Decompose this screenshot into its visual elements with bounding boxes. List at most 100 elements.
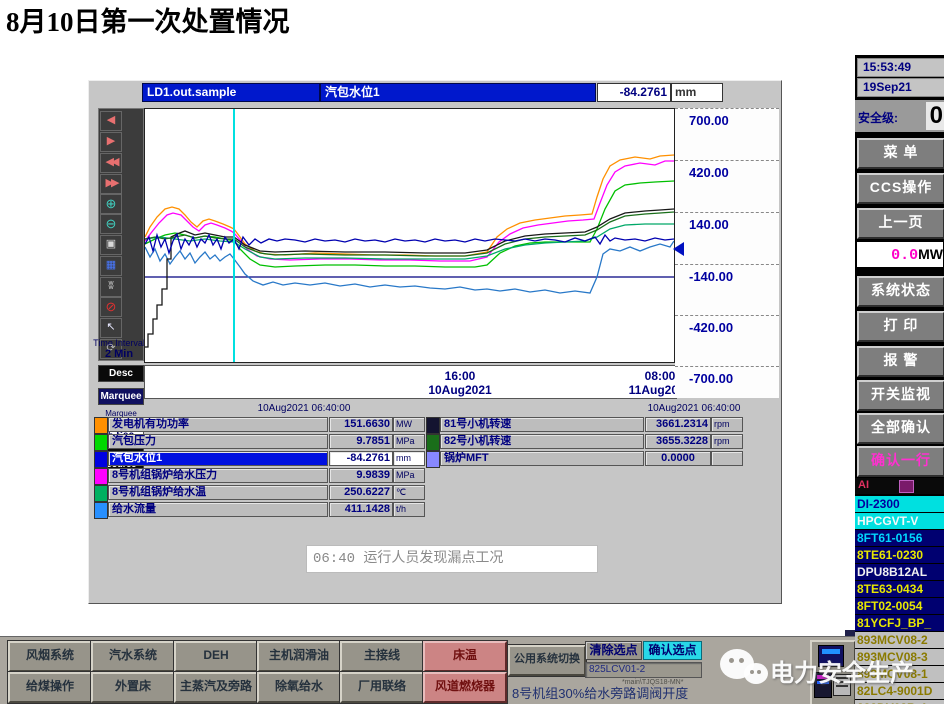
pen-color-swatch [94, 485, 108, 502]
tag-list-item[interactable]: HPCGVT-V [855, 513, 944, 529]
marquee-button[interactable]: Marquee [98, 388, 144, 405]
tag-list-item[interactable]: 893MCV08-3 [855, 649, 944, 665]
trend-unit-box: mm [671, 83, 723, 102]
pen-label: 锅炉MFT [440, 451, 644, 466]
y-tick: -700.00 [689, 371, 734, 386]
step-left-button[interactable]: ◀ [100, 111, 122, 131]
table-row-selected[interactable]: 汽包水位1 -84.2761 mm [94, 451, 425, 468]
tag-list-item[interactable]: 82LC4-9001D [855, 683, 944, 699]
clear-selection-button[interactable]: 清除选点 [585, 641, 642, 660]
table-row[interactable]: 锅炉MFT 0.0000 [426, 451, 743, 468]
ai-icon [899, 480, 914, 493]
trend-param-box[interactable]: 汽包水位1 [320, 83, 596, 102]
prev-page-button[interactable]: 上一页 [857, 208, 944, 239]
cursor-icon[interactable]: ↖ [100, 318, 122, 338]
pen-label: 8号机组锅炉给水温 [108, 485, 328, 500]
pen-unit: ℃ [393, 485, 425, 500]
pen-color-swatch [94, 468, 108, 485]
zoom-out-icon[interactable]: ⊖ [100, 214, 122, 234]
trend-plot[interactable] [144, 108, 675, 363]
display-mode-icon[interactable]: ▣ [100, 235, 122, 255]
tag-list-item[interactable]: 8FT61-0156 [855, 530, 944, 546]
table-row[interactable]: 8号机组锅炉给水压力 9.9839 MPa [94, 468, 425, 485]
pen-unit: MPa [393, 434, 425, 449]
desc-button[interactable]: Desc [98, 365, 144, 382]
pen-color-swatch [94, 417, 108, 434]
pen-value: 9.9839 [329, 468, 393, 483]
monitor-icon[interactable] [818, 645, 844, 667]
tag-description: 8号机组30%给水旁路调阀开度 [512, 686, 689, 701]
security-value: 0 [925, 102, 944, 130]
ack-line-button[interactable]: 确认一行 [857, 446, 944, 477]
table-row[interactable]: 发电机有功功率 151.6630 MW [94, 417, 425, 434]
tag-list-item[interactable]: DPU8B12AL [855, 564, 944, 580]
ccs-button[interactable]: CCS操作 [857, 173, 944, 204]
pen-color-swatch [94, 451, 108, 468]
pen-label: 81号小机转速 [440, 417, 644, 432]
nav-button[interactable]: DEH [174, 641, 258, 672]
time-interval-value[interactable]: 2 Min [91, 349, 147, 360]
table-row[interactable]: 8号机组锅炉给水温 250.6227 ℃ [94, 485, 425, 502]
nav-button[interactable]: 主机润滑油 [257, 641, 341, 672]
header-spacer [91, 83, 141, 100]
trend-window: LD1.out.sample 汽包水位1 -84.2761 mm ◀▶ ◀◀▶▶… [88, 80, 782, 604]
tag-list-item[interactable]: 8TE63-0434 [855, 581, 944, 597]
pen-label: 给水流量 [108, 502, 328, 517]
nav-button[interactable]: 汽水系统 [91, 641, 175, 672]
pen-unit: MPa [393, 468, 425, 483]
disable-icon[interactable]: ⊘ [100, 297, 122, 317]
tag-list-item[interactable]: 893MCV08-2 [855, 632, 944, 648]
common-system-switch-button[interactable]: 公用系统切换 [508, 645, 586, 676]
mw-unit: MW [918, 246, 943, 262]
pen-unit: mm [393, 451, 425, 466]
nav-button[interactable]: 厂用联络 [340, 672, 424, 703]
selected-tag-field[interactable]: 825LCV01-2 [585, 662, 702, 678]
waveform-icon[interactable]: ʬ [100, 277, 122, 297]
nav-button[interactable]: 除氧给水 [257, 672, 341, 703]
switch-monitor-button[interactable]: 开关监视 [857, 380, 944, 411]
table-row[interactable]: 汽包压力 9.7851 MPa [94, 434, 425, 451]
system-status-button[interactable]: 系统状态 [857, 276, 944, 307]
nav-button[interactable]: 风道燃烧器 [423, 672, 507, 703]
menu-button[interactable]: 菜 单 [857, 138, 944, 169]
step-right-button[interactable]: ▶ [100, 132, 122, 152]
ai-bar: AI [855, 478, 944, 494]
tag-list-item[interactable]: 823DV08B-4 [855, 700, 944, 704]
print-button[interactable]: 打 印 [857, 311, 944, 342]
list-icon[interactable] [833, 674, 851, 696]
pen-color-swatch [94, 434, 108, 451]
table-row[interactable]: 81号小机转速 3661.2314 rpm [426, 417, 743, 434]
nav-button[interactable]: 主接线 [340, 641, 424, 672]
confirm-selection-button[interactable]: 确认选点 [643, 641, 702, 660]
tag-list-item[interactable]: 8FT02-0054 [855, 598, 944, 614]
page-right-button[interactable]: ▶▶ [100, 174, 122, 194]
nav-button[interactable]: 床温 [423, 641, 507, 672]
pen-value: -84.2761 [329, 451, 393, 466]
trend-source-box[interactable]: LD1.out.sample [142, 83, 320, 102]
nav-button[interactable]: 主蒸汽及旁路 [174, 672, 258, 703]
x-axis: 16:00 10Aug2021 08:00 11Aug2021 [144, 365, 691, 399]
value-marker-icon[interactable] [673, 242, 684, 256]
table-row[interactable]: 82号小机转速 3655.3228 rpm [426, 434, 743, 451]
nav-button[interactable]: 风烟系统 [8, 641, 92, 672]
tag-list-item[interactable]: 81YCFJ_BP_ [855, 615, 944, 631]
table-view-icon[interactable]: ▦ [100, 256, 122, 276]
nav-button[interactable]: 给煤操作 [8, 672, 92, 703]
page-left-button[interactable]: ◀◀ [100, 153, 122, 173]
pen-color-swatch [94, 502, 108, 519]
alarm-button[interactable]: 报 警 [857, 346, 944, 377]
ack-all-button[interactable]: 全部确认 [857, 413, 944, 444]
y-tick: -140.00 [689, 269, 734, 284]
tag-list-item[interactable]: 893MCV08-1 [855, 666, 944, 682]
table-row[interactable]: 给水流量 411.1428 t/h [94, 502, 425, 519]
security-label: 安全级: [858, 111, 898, 125]
zoom-in-icon[interactable]: ⊕ [100, 194, 122, 214]
tag-list-item[interactable]: DI-2300 [855, 496, 944, 512]
controller-icon[interactable] [814, 672, 832, 698]
nav-button[interactable]: 外置床 [91, 672, 175, 703]
clock-time: 15:53:49 [857, 58, 944, 77]
pen-color-swatch [426, 434, 440, 451]
pen-value: 250.6227 [329, 485, 393, 500]
sidebar: 15:53:49 19Sep21 安全级: 0 菜 单 CCS操作 上一页 0.… [855, 55, 944, 704]
tag-list-item[interactable]: 8TE61-0230 [855, 547, 944, 563]
